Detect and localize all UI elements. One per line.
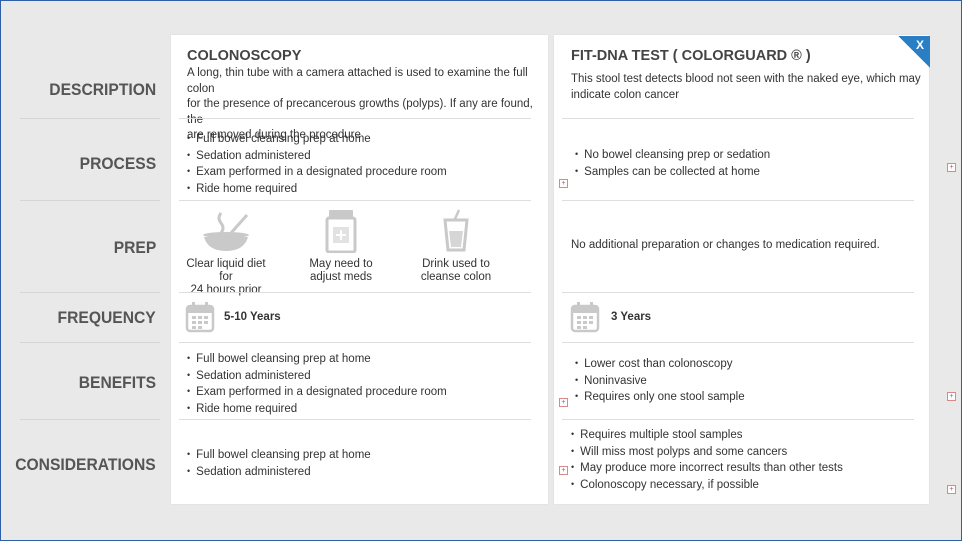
fit-dna-process-list: No bowel cleansing prep or sedation Samp… xyxy=(575,147,770,180)
description-line: for the presence of precancerous growths… xyxy=(187,98,533,126)
soup-bowl-icon xyxy=(203,212,249,251)
list-item: No bowel cleansing prep or sedation xyxy=(575,147,770,164)
list-item: May produce more incorrect results than … xyxy=(571,460,843,477)
prep-label: 24 hours prior xyxy=(190,284,262,296)
row-label-frequency: FREQUENCY xyxy=(57,308,156,327)
expand-marker-icon[interactable]: + xyxy=(947,485,956,494)
close-icon[interactable]: X xyxy=(916,38,924,52)
divider xyxy=(562,419,914,420)
list-item: Lower cost than colonoscopy xyxy=(575,356,745,373)
list-item: Ride home required xyxy=(187,181,447,198)
colonoscopy-process-list: Full bowel cleansing prep at home Sedati… xyxy=(187,131,447,197)
calendar-icon xyxy=(185,302,215,333)
description-line: This stool test detects blood not seen w… xyxy=(571,73,921,85)
fit-dna-benefits-list: Lower cost than colonoscopy Noninvasive … xyxy=(575,356,745,406)
divider xyxy=(179,342,531,343)
prep-label: adjust meds xyxy=(309,271,372,283)
divider xyxy=(562,292,914,293)
list-item: Sedation administered xyxy=(187,368,447,385)
calendar-icon xyxy=(570,302,600,333)
list-item: Full bowel cleansing prep at home xyxy=(187,351,447,368)
divider xyxy=(562,118,914,119)
divider xyxy=(20,292,160,293)
row-label-description: DESCRIPTION xyxy=(49,80,156,99)
list-item: Sedation administered xyxy=(187,148,447,165)
list-item: Samples can be collected at home xyxy=(575,164,770,181)
fit-dna-prep-text: No additional preparation or changes to … xyxy=(571,239,880,251)
row-label-prep: PREP xyxy=(113,238,156,257)
divider xyxy=(562,200,914,201)
list-item: Colonoscopy necessary, if possible xyxy=(571,477,843,494)
divider xyxy=(179,118,531,119)
row-label-considerations: CONSIDERATIONS xyxy=(15,455,156,474)
description-line: A long, thin tube with a camera attached… xyxy=(187,67,528,95)
description-line: indicate colon cancer xyxy=(571,88,680,101)
fit-dna-card: FIT-DNA TEST ( COLORGUARD ® ) This stool… xyxy=(554,35,929,504)
row-label-benefits: BENEFITS xyxy=(78,373,156,392)
prep-item-drink: Drink used to cleanse colon xyxy=(413,209,499,284)
fit-dna-description: This stool test detects blood not seen w… xyxy=(571,72,921,103)
divider xyxy=(179,419,531,420)
list-item: Requires only one stool sample xyxy=(575,389,744,406)
list-item: Will miss most polyps and some cancers xyxy=(571,444,843,461)
list-item: Sedation administered xyxy=(187,464,371,481)
expand-marker-icon[interactable]: + xyxy=(947,163,956,172)
prep-label: May need to xyxy=(309,258,373,270)
divider xyxy=(20,419,160,420)
divider xyxy=(20,342,160,343)
colonoscopy-title: COLONOSCOPY xyxy=(187,48,302,64)
prep-item-liquid-diet: Clear liquid diet for 24 hours prior xyxy=(181,209,271,297)
colonoscopy-benefits-list: Full bowel cleansing prep at home Sedati… xyxy=(187,351,447,417)
colonoscopy-card: COLONOSCOPY A long, thin tube with a cam… xyxy=(171,35,548,504)
expand-marker-icon[interactable]: + xyxy=(947,392,956,401)
drink-cup-icon xyxy=(443,209,469,252)
list-item: Requires multiple stool samples xyxy=(571,427,843,444)
prep-label: Clear liquid diet for xyxy=(186,258,266,283)
list-item: Exam performed in a designated procedure… xyxy=(187,384,447,401)
colonoscopy-frequency: 5-10 Years xyxy=(224,311,281,323)
close-button[interactable] xyxy=(898,36,930,68)
prep-label: Drink used to xyxy=(422,258,490,270)
expand-marker-icon[interactable]: + xyxy=(559,179,568,188)
colonoscopy-considerations-list: Full bowel cleansing prep at home Sedati… xyxy=(187,447,371,480)
prep-label: cleanse colon xyxy=(420,271,492,283)
fit-dna-title: FIT-DNA TEST ( COLORGUARD ® ) xyxy=(571,48,811,64)
divider xyxy=(20,118,160,119)
medicine-bottle-icon xyxy=(325,210,357,253)
list-item: Ride home required xyxy=(187,401,447,418)
list-item: Full bowel cleansing prep at home xyxy=(187,131,447,148)
fit-dna-frequency: 3 Years xyxy=(611,311,652,323)
expand-marker-icon[interactable]: + xyxy=(559,398,568,407)
list-item: Full bowel cleansing prep at home xyxy=(187,447,371,464)
fit-dna-considerations-list: Requires multiple stool samples Will mis… xyxy=(571,427,843,493)
list-item: Noninvasive xyxy=(575,373,745,390)
expand-marker-icon[interactable]: + xyxy=(559,466,568,475)
divider xyxy=(562,342,914,343)
divider xyxy=(20,200,160,201)
divider xyxy=(179,292,531,293)
list-item: Exam performed in a designated procedure… xyxy=(187,164,447,181)
divider xyxy=(179,200,531,201)
prep-item-adjust-meds: May need to adjust meds xyxy=(299,209,383,284)
row-label-process: PROCESS xyxy=(79,154,156,173)
